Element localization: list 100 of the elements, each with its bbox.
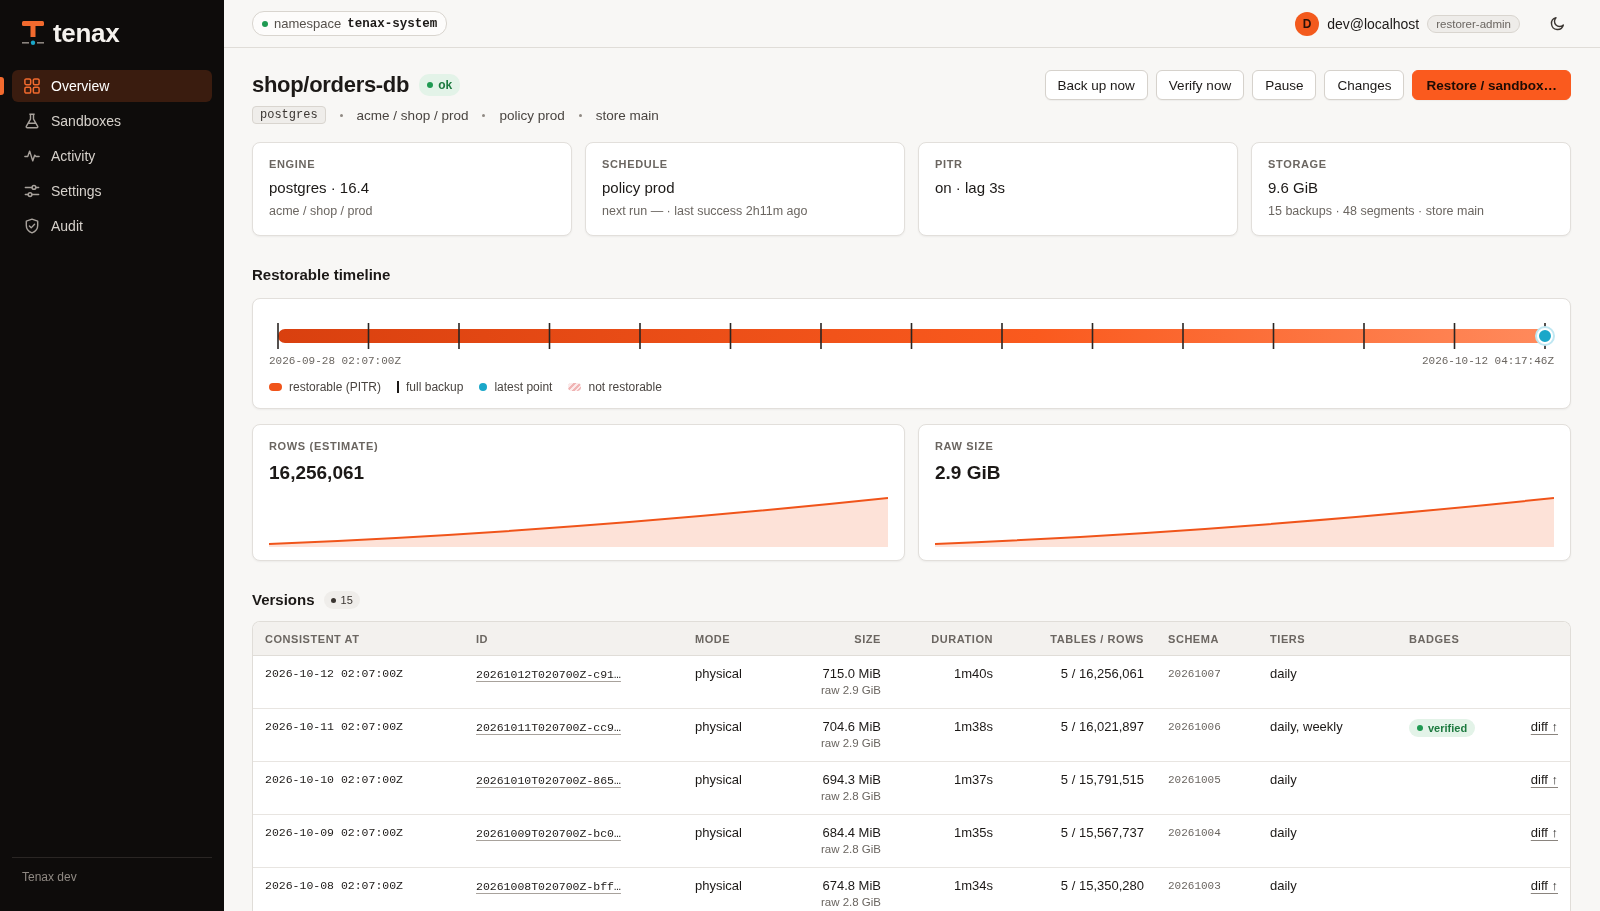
user-email: dev@localhost	[1327, 15, 1420, 32]
diff-link[interactable]: diff ↑	[1530, 825, 1558, 840]
table-cell-text: 5 / 15,567,737	[1059, 824, 1145, 842]
brand-name: tenax	[53, 20, 120, 46]
namespace-value: tenax-system	[347, 16, 438, 31]
table-cell-text: physical	[694, 824, 743, 842]
card-value: 9.6 GiB	[1268, 178, 1320, 198]
nav-item[interactable]: Activity	[12, 140, 212, 172]
legend-label: restorable (PITR)	[289, 380, 382, 394]
table-cell-text: daily, weekly	[1269, 718, 1344, 736]
activity-pulse-icon	[24, 148, 40, 164]
table-cell-text: daily	[1269, 771, 1298, 789]
card-value: policy prod	[602, 178, 676, 198]
diff-link[interactable]: diff ↑	[1530, 772, 1558, 787]
table-cell-text: 5 / 15,791,515	[1059, 771, 1145, 789]
card-detail: 15 backups · 48 segments · store main	[1268, 203, 1486, 219]
column-header: MODE	[694, 632, 732, 645]
table-cell-text: 20261004	[1167, 826, 1222, 841]
column-header: CONSISTENT AT	[264, 632, 361, 645]
column-header: BADGES	[1408, 632, 1461, 645]
raw-size-text: raw 2.8 GiB	[820, 842, 881, 857]
primary-button[interactable]: Restore / sandbox…	[1412, 70, 1571, 100]
table-cell-text: daily	[1269, 877, 1298, 895]
table-cell-text: 20261005	[1167, 773, 1222, 788]
table-cell-text: physical	[694, 877, 743, 895]
column-header: DURATION	[930, 632, 994, 645]
raw-size-text: raw 2.9 GiB	[820, 683, 881, 698]
namespace-selector[interactable]: namespace tenax-system	[252, 11, 448, 36]
table-cell-text: physical	[694, 718, 743, 736]
version-id-link[interactable]: 20261011T020700Z-cc9…	[476, 721, 621, 734]
moon-icon[interactable]	[1550, 16, 1565, 31]
table-cell-text: 20261006	[1167, 720, 1222, 735]
meta-text: store main	[595, 107, 659, 123]
table-cell-text: 2026-10-08 02:07:00Z	[264, 878, 405, 894]
column-header: SCHEMA	[1167, 632, 1220, 645]
column-header: SIZE	[853, 632, 882, 645]
action-button[interactable]: Verify now	[1155, 70, 1245, 100]
size-value: 704.6 MiB	[822, 718, 881, 736]
user-avatar[interactable]: D	[1295, 11, 1320, 36]
grid-icon	[24, 78, 40, 94]
card-label: PITR	[935, 157, 964, 171]
timeline-start: 2026-09-28 02:07:00Z	[269, 354, 402, 368]
shield-check-icon	[24, 218, 40, 234]
metric-label: ROWS (ESTIMATE)	[269, 439, 380, 453]
status-text: ok	[438, 78, 453, 92]
table-cell-text: 2026-10-10 02:07:00Z	[264, 772, 405, 788]
legend-label: latest point	[494, 380, 553, 394]
raw-size-text: raw 2.9 GiB	[820, 736, 881, 751]
card-value: on · lag 3s	[935, 178, 1007, 198]
diff-link[interactable]: diff ↑	[1530, 719, 1558, 734]
card-value: postgres · 16.4	[269, 178, 371, 198]
version-id-link[interactable]: 20261008T020700Z-bff…	[476, 880, 621, 893]
table-cell-text: daily	[1269, 824, 1298, 842]
nav-item[interactable]: Settings	[12, 175, 212, 207]
action-button[interactable]: Pause	[1252, 70, 1317, 100]
version-id-link[interactable]: 20261012T020700Z-c91…	[476, 668, 621, 681]
table-cell-text: 2026-10-11 02:07:00Z	[264, 719, 405, 735]
card-detail: acme / shop / prod	[269, 203, 374, 219]
section-title: Restorable timeline	[252, 266, 392, 284]
column-header: TABLES / ROWS	[1049, 632, 1145, 645]
version-id-link[interactable]: 20261010T020700Z-865…	[476, 774, 621, 787]
column-header: TIERS	[1269, 632, 1307, 645]
namespace-label: namespace	[274, 16, 342, 31]
nav-item[interactable]: Audit	[12, 210, 212, 242]
sliders-icon	[24, 183, 40, 199]
table-cell-text: 1m34s	[952, 877, 994, 895]
table-cell-text: 1m37s	[952, 771, 994, 789]
table-cell-text: 1m38s	[952, 718, 994, 736]
size-value: 694.3 MiB	[822, 771, 881, 789]
role-badge: restorer-admin	[1427, 14, 1520, 33]
raw-size-text: raw 2.8 GiB	[820, 789, 881, 804]
nav-item[interactable]: Overview	[12, 70, 212, 102]
action-button[interactable]: Changes	[1324, 70, 1405, 100]
table-cell-text: 1m40s	[952, 665, 994, 683]
diff-link[interactable]: diff ↑	[1530, 878, 1558, 893]
footer-text: Tenax dev	[22, 870, 77, 884]
legend-label: not restorable	[588, 380, 662, 394]
nav-item[interactable]: Sandboxes	[12, 105, 212, 137]
page-title: shop/orders-db	[252, 71, 410, 99]
engine-tag: postgres	[252, 106, 326, 124]
version-id-link[interactable]: 20261009T020700Z-bc0…	[476, 827, 621, 840]
timeline-end: 2026-10-12 04:17:46Z	[1421, 354, 1554, 368]
card-label: SCHEDULE	[602, 157, 669, 171]
table-cell-text: 5 / 16,021,897	[1059, 718, 1145, 736]
action-button[interactable]: Back up now	[1044, 70, 1148, 100]
card-label: ENGINE	[269, 157, 317, 171]
size-value: 684.4 MiB	[822, 824, 881, 842]
size-value: 715.0 MiB	[822, 665, 881, 683]
table-cell-text: 5 / 16,256,061	[1059, 665, 1145, 683]
metric-label: RAW SIZE	[935, 439, 995, 453]
table-cell-text: daily	[1269, 665, 1298, 683]
table-cell-text: 1m35s	[952, 824, 994, 842]
legend-label: full backup	[406, 380, 464, 394]
column-header: ID	[475, 632, 490, 645]
separator-dot-icon	[482, 113, 486, 117]
status-dot-icon	[262, 20, 268, 27]
table-cell-text: 20261007	[1167, 667, 1222, 682]
meta-text: policy prod	[499, 107, 565, 123]
section-title: Versions	[252, 591, 315, 609]
metric-value: 2.9 GiB	[935, 461, 1002, 485]
